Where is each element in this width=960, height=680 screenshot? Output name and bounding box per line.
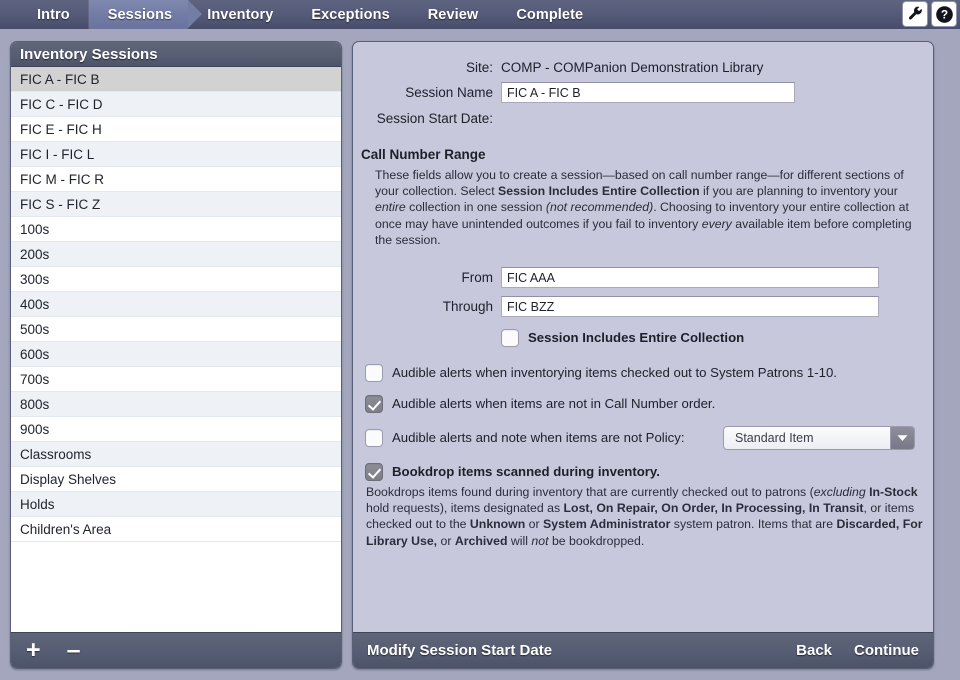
- sidebar-footer: + –: [11, 632, 341, 668]
- sidebar-title: Inventory Sessions: [11, 42, 341, 67]
- audible-option-checkbox-1[interactable]: [365, 395, 383, 413]
- session-list-item[interactable]: 900s: [11, 417, 341, 442]
- through-input[interactable]: [501, 296, 879, 317]
- wrench-glyph: [907, 6, 924, 23]
- audible-option-checkbox-0[interactable]: [365, 364, 383, 382]
- session-list-item[interactable]: 200s: [11, 242, 341, 267]
- session-name-label: Session Name: [353, 85, 493, 100]
- session-list-item[interactable]: FIC A - FIC B: [11, 67, 341, 92]
- call-number-range-description: These fields allow you to create a sessi…: [361, 167, 917, 248]
- session-list-item[interactable]: 400s: [11, 292, 341, 317]
- session-list-item[interactable]: Children's Area: [11, 517, 341, 542]
- audible-option-row: Audible alerts and note when items are n…: [365, 426, 925, 450]
- tab-review[interactable]: Review: [409, 0, 498, 29]
- session-start-date-label: Session Start Date:: [353, 111, 493, 126]
- top-icon-group: ?: [902, 1, 957, 27]
- policy-dropdown-value: Standard Item: [724, 431, 890, 445]
- tab-sessions[interactable]: Sessions: [89, 0, 188, 29]
- tab-inventory[interactable]: Inventory: [188, 0, 292, 29]
- session-list-item[interactable]: Display Shelves: [11, 467, 341, 492]
- site-label: Site:: [353, 60, 493, 75]
- audible-alert-options: Audible alerts when inventorying items c…: [353, 364, 933, 450]
- session-list-item[interactable]: 700s: [11, 367, 341, 392]
- panel-footer: Modify Session Start Date Back Continue: [353, 632, 933, 668]
- audible-option-row: Audible alerts when inventorying items c…: [365, 364, 933, 382]
- svg-text:?: ?: [940, 7, 947, 21]
- session-list-item[interactable]: 600s: [11, 342, 341, 367]
- session-detail-panel: Site: COMP - COMPanion Demonstration Lib…: [352, 41, 934, 669]
- session-list-item[interactable]: 800s: [11, 392, 341, 417]
- audible-option-label-1: Audible alerts when items are not in Cal…: [392, 395, 715, 413]
- session-list-item[interactable]: FIC I - FIC L: [11, 142, 341, 167]
- from-label: From: [353, 270, 493, 285]
- session-list-item[interactable]: Classrooms: [11, 442, 341, 467]
- tab-complete[interactable]: Complete: [497, 0, 602, 29]
- help-icon[interactable]: ?: [931, 1, 957, 27]
- through-label: Through: [353, 299, 493, 314]
- bookdrop-description: Bookdrops items found during inventory t…: [365, 484, 933, 549]
- session-list-item[interactable]: 100s: [11, 217, 341, 242]
- site-value: COMP - COMPanion Demonstration Library: [501, 60, 763, 75]
- bookdrop-label: Bookdrop items scanned during inventory.: [392, 463, 660, 481]
- chevron-down-icon: [890, 427, 914, 449]
- call-number-range-title: Call Number Range: [361, 147, 933, 162]
- tab-intro[interactable]: Intro: [18, 0, 89, 29]
- back-button[interactable]: Back: [796, 642, 832, 659]
- audible-option-checkbox-2[interactable]: [365, 429, 383, 447]
- session-detail-body: Site: COMP - COMPanion Demonstration Lib…: [353, 42, 933, 632]
- modify-session-start-date-button[interactable]: Modify Session Start Date: [367, 642, 552, 659]
- session-list-item[interactable]: 300s: [11, 267, 341, 292]
- session-list-item[interactable]: Holds: [11, 492, 341, 517]
- tab-list: IntroSessionsInventoryExceptionsReviewCo…: [0, 0, 602, 29]
- audible-option-row: Audible alerts when items are not in Cal…: [365, 395, 933, 413]
- session-name-input[interactable]: [501, 82, 795, 103]
- policy-dropdown[interactable]: Standard Item: [723, 426, 915, 450]
- session-list-item[interactable]: FIC M - FIC R: [11, 167, 341, 192]
- session-list-item[interactable]: FIC E - FIC H: [11, 117, 341, 142]
- remove-session-button[interactable]: –: [67, 638, 81, 663]
- session-list-item[interactable]: FIC C - FIC D: [11, 92, 341, 117]
- entire-collection-checkbox[interactable]: [501, 329, 519, 347]
- bookdrop-checkbox[interactable]: [365, 463, 383, 481]
- add-session-button[interactable]: +: [26, 638, 41, 663]
- session-list-item[interactable]: 500s: [11, 317, 341, 342]
- from-input[interactable]: [501, 267, 879, 288]
- entire-collection-label: Session Includes Entire Collection: [528, 329, 744, 347]
- session-list-item[interactable]: FIC S - FIC Z: [11, 192, 341, 217]
- audible-option-label-0: Audible alerts when inventorying items c…: [392, 364, 837, 382]
- wrench-icon[interactable]: [902, 1, 928, 27]
- continue-button[interactable]: Continue: [854, 642, 919, 659]
- help-glyph: ?: [935, 5, 954, 24]
- bookdrop-row: Bookdrop items scanned during inventory.: [365, 463, 933, 481]
- wizard-tab-bar: IntroSessionsInventoryExceptionsReviewCo…: [0, 0, 960, 29]
- inventory-sessions-panel: Inventory Sessions FIC A - FIC BFIC C - …: [10, 41, 342, 669]
- audible-option-label-2: Audible alerts and note when items are n…: [392, 429, 685, 447]
- session-list[interactable]: FIC A - FIC BFIC C - FIC DFIC E - FIC HF…: [11, 67, 341, 632]
- tab-exceptions[interactable]: Exceptions: [292, 0, 408, 29]
